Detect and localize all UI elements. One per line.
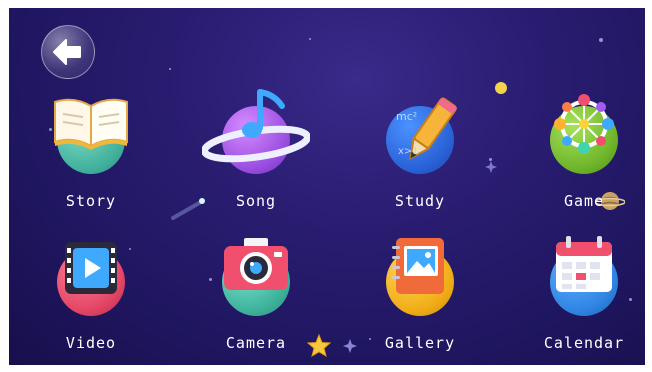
back-arrow-icon: [53, 39, 81, 65]
app-label: Song: [235, 192, 277, 210]
svg-text:x>1: x>1: [398, 146, 419, 157]
camera-icon: [224, 238, 288, 290]
app-calendar[interactable]: Calendar: [529, 230, 639, 352]
app-video[interactable]: Video: [36, 230, 146, 352]
sparkle-decoration: [343, 338, 357, 357]
picture-book-icon: [392, 238, 444, 294]
back-button[interactable]: [41, 25, 95, 79]
ferris-wheel-icon: [554, 94, 614, 154]
app-study[interactable]: mc² x>1 Study: [365, 88, 475, 210]
app-camera[interactable]: Camera: [201, 230, 311, 352]
sparkle-decoration: [485, 158, 497, 177]
app-story[interactable]: Story: [36, 88, 146, 210]
app-label: Video: [65, 334, 117, 352]
star-decoration: [169, 68, 171, 70]
svg-text:mc²: mc²: [396, 110, 417, 123]
star-decoration: [599, 38, 603, 42]
book-icon: [54, 98, 128, 150]
app-label: Game: [563, 192, 605, 210]
music-note-icon: [202, 89, 310, 163]
launcher-screen: Story Song mc² x>1 Study Game Video Came…: [9, 8, 645, 365]
app-label: Camera: [225, 334, 287, 352]
play-film-icon: [65, 242, 117, 294]
app-label: Gallery: [384, 334, 456, 352]
calendar-icon: [556, 236, 612, 292]
app-label: Story: [65, 192, 117, 210]
app-gallery[interactable]: Gallery: [365, 230, 475, 352]
app-label: Study: [394, 192, 446, 210]
app-game[interactable]: Game: [529, 88, 639, 210]
app-label: Calendar: [543, 334, 625, 352]
app-song[interactable]: Song: [201, 88, 311, 210]
moon-decoration: [494, 80, 508, 99]
star-decoration: [309, 38, 311, 40]
pencil-icon: mc² x>1: [396, 97, 458, 161]
